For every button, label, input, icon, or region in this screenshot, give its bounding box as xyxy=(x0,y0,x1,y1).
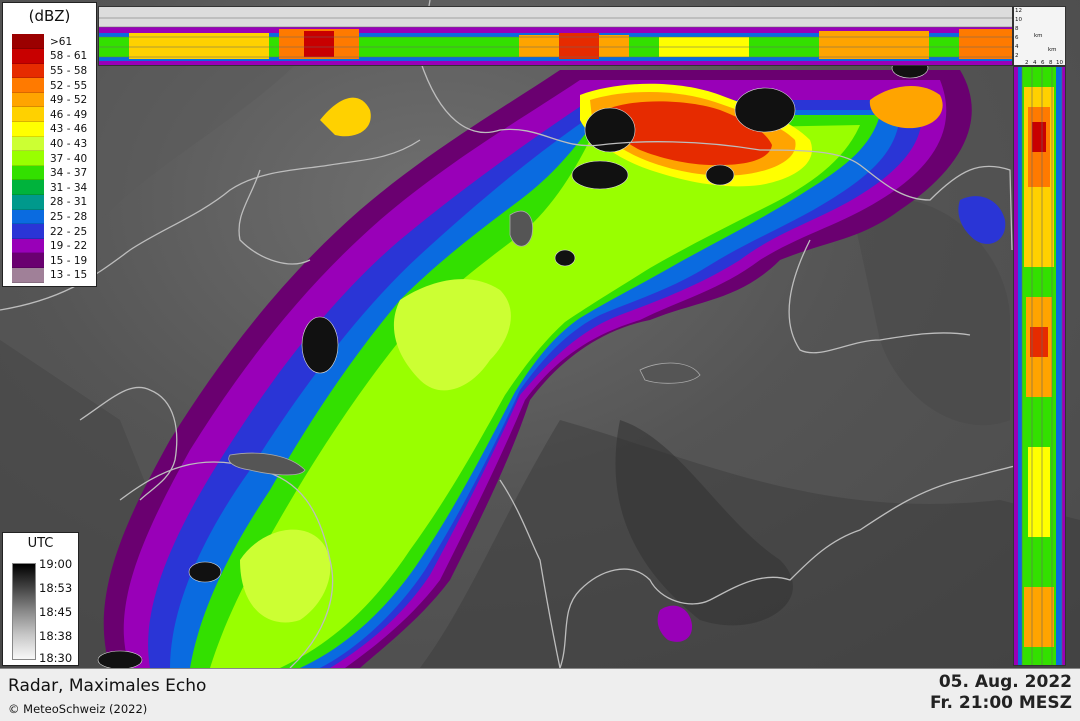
scale-height-label: 8 xyxy=(1015,26,1019,32)
cross-section-top xyxy=(98,6,1013,66)
dbz-range-label: 49 - 52 xyxy=(50,94,88,107)
dbz-legend-row: 58 - 61 xyxy=(12,49,87,65)
dbz-color-swatch xyxy=(12,122,44,137)
dbz-legend-row: 37 - 40 xyxy=(12,151,87,167)
dbz-legend-row: 46 - 49 xyxy=(12,107,87,123)
dbz-legend-row: 19 - 22 xyxy=(12,238,87,254)
dbz-color-swatch xyxy=(12,165,44,181)
dbz-legend-row: 43 - 46 xyxy=(12,122,87,138)
dbz-legend-title: (dBZ) xyxy=(28,7,71,25)
dbz-color-swatch xyxy=(12,78,44,93)
date-label: 05. Aug. 2022 xyxy=(938,672,1072,692)
dbz-range-label: 46 - 49 xyxy=(50,108,88,121)
dbz-range-label: 22 - 25 xyxy=(50,225,88,238)
dbz-range-label: 43 - 46 xyxy=(50,123,88,136)
dbz-color-swatch xyxy=(12,209,44,225)
dbz-color-swatch xyxy=(12,195,44,210)
dbz-color-swatch xyxy=(12,92,44,108)
utc-tick-label: 19:00 xyxy=(39,557,73,571)
cross-section-scale: 12 10 8 6 4 2 km km 2 4 6 8 10 xyxy=(1013,6,1066,66)
dbz-range-label: 13 - 15 xyxy=(50,269,88,282)
radar-map-layer xyxy=(0,0,1080,668)
dbz-color-swatch xyxy=(12,107,44,123)
dbz-legend-row: 25 - 28 xyxy=(12,209,87,225)
dbz-range-label: 25 - 28 xyxy=(50,210,88,223)
dbz-range-label: 28 - 31 xyxy=(50,196,88,209)
scale-km-label: km xyxy=(1048,47,1057,53)
dbz-range-label: 58 - 61 xyxy=(50,50,88,63)
dbz-legend: (dBZ) >61 58 - 61 55 - 58 52 - 55 49 - 52 46 … xyxy=(2,2,97,287)
utc-legend: UTC 19:00 18:53 18:45 18:38 18:30 xyxy=(2,532,79,666)
scale-height-label: 10 xyxy=(1015,17,1022,23)
dbz-color-swatch xyxy=(12,268,44,283)
dbz-legend-row: 52 - 55 xyxy=(12,78,87,94)
utc-tick-label: 18:45 xyxy=(39,605,73,619)
scale-height-label: 2 xyxy=(1015,53,1019,59)
utc-tick-label: 18:30 xyxy=(39,651,73,665)
scale-km-label: km xyxy=(1034,33,1043,39)
dbz-range-label: 15 - 19 xyxy=(50,254,88,267)
utc-tick-label: 18:53 xyxy=(39,581,73,595)
time-label: Fr. 21:00 MESZ xyxy=(930,693,1072,713)
dbz-color-swatch xyxy=(12,180,44,196)
dbz-legend-row: 49 - 52 xyxy=(12,92,87,108)
product-title: Radar, Maximales Echo xyxy=(8,676,207,696)
scale-distance-label: 8 xyxy=(1049,60,1053,66)
scale-distance-label: 6 xyxy=(1041,60,1045,66)
dbz-legend-row: >61 xyxy=(12,34,72,50)
cross-section-top-image xyxy=(99,17,1012,65)
scale-distance-label: 4 xyxy=(1033,60,1037,66)
dbz-legend-row: 22 - 25 xyxy=(12,224,87,240)
utc-color-ramp xyxy=(12,563,36,660)
dbz-range-label: 31 - 34 xyxy=(50,181,88,194)
dbz-range-label: 34 - 37 xyxy=(50,167,88,180)
radar-map xyxy=(0,0,1080,668)
dbz-color-swatch xyxy=(12,136,44,152)
cross-section-right xyxy=(1013,66,1066,666)
dbz-legend-row: 15 - 19 xyxy=(12,253,87,269)
dbz-color-swatch xyxy=(12,63,44,79)
dbz-legend-row: 55 - 58 xyxy=(12,63,87,79)
dbz-color-swatch xyxy=(12,34,44,50)
dbz-range-label: 52 - 55 xyxy=(50,79,88,92)
footer-bar: Radar, Maximales Echo © MeteoSchweiz (20… xyxy=(0,668,1080,721)
utc-tick-label: 18:38 xyxy=(39,629,73,643)
dbz-range-label: >61 xyxy=(50,35,73,48)
dbz-legend-row: 28 - 31 xyxy=(12,195,87,211)
scale-height-label: 12 xyxy=(1015,8,1022,14)
dbz-color-swatch xyxy=(12,224,44,239)
dbz-legend-row: 13 - 15 xyxy=(12,268,87,284)
scale-distance-label: 2 xyxy=(1025,60,1029,66)
dbz-range-label: 55 - 58 xyxy=(50,64,88,77)
scale-distance-label: 10 xyxy=(1056,60,1063,66)
dbz-legend-row: 40 - 43 xyxy=(12,136,87,152)
dbz-color-swatch xyxy=(12,151,44,166)
scale-height-label: 6 xyxy=(1015,35,1019,41)
dbz-legend-row: 34 - 37 xyxy=(12,165,87,181)
dbz-color-swatch xyxy=(12,253,44,269)
copyright-text: © MeteoSchweiz (2022) xyxy=(8,702,148,716)
dbz-color-swatch xyxy=(12,238,44,254)
cross-section-right-image xyxy=(1014,67,1065,665)
dbz-range-label: 37 - 40 xyxy=(50,152,88,165)
dbz-range-label: 40 - 43 xyxy=(50,137,88,150)
utc-legend-title: UTC xyxy=(27,536,54,551)
dbz-color-swatch xyxy=(12,49,44,64)
dbz-legend-row: 31 - 34 xyxy=(12,180,87,196)
dbz-range-label: 19 - 22 xyxy=(50,240,88,253)
scale-height-label: 4 xyxy=(1015,44,1019,50)
